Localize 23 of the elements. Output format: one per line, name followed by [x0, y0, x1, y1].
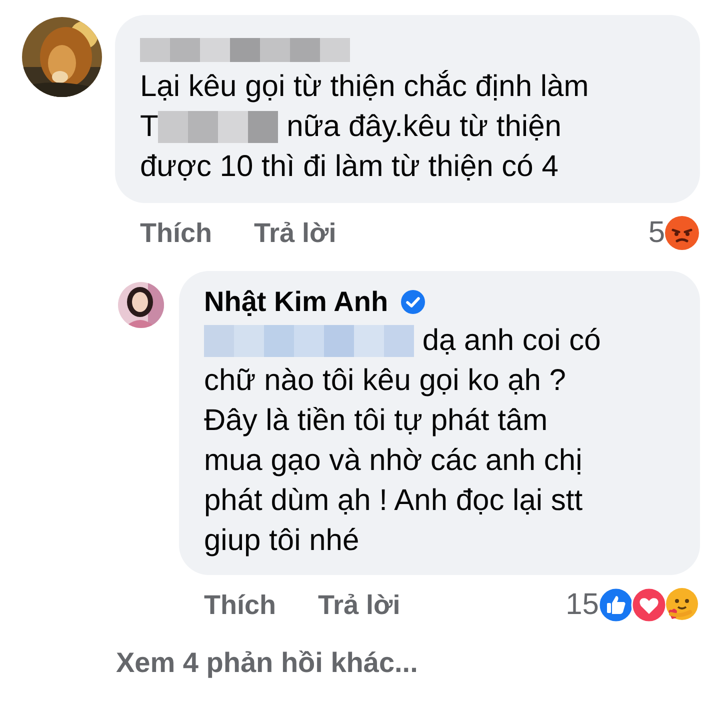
- comment-text: phát dùm ạh ! Anh đọc lại stt: [204, 483, 583, 519]
- comment-text: nữa đây.kêu từ thiện: [286, 109, 562, 145]
- like-link[interactable]: Thích: [140, 218, 212, 248]
- verified-badge-icon: [400, 289, 426, 315]
- comment-text: Lại kêu gọi từ thiện chắc định làm: [140, 69, 589, 105]
- view-more-replies-link[interactable]: Xem 4 phản hồi khác...: [0, 635, 418, 679]
- like-link[interactable]: Thích: [204, 590, 276, 620]
- comment-text: T: [140, 109, 158, 145]
- reaction-count: 15: [566, 588, 599, 622]
- comment-text: Đây là tiền tôi tự phát tâm: [204, 403, 548, 439]
- reaction-count: 5: [648, 216, 665, 250]
- angry-reaction-icon: [664, 215, 700, 251]
- comment-text: được 10 thì đi làm từ thiện có 4: [140, 149, 558, 185]
- comment-text: dạ anh coi có: [421, 323, 601, 359]
- heart-reaction-icon: [631, 587, 667, 623]
- hug-reaction-icon: [664, 587, 700, 623]
- comment-text: giup tôi nhé: [204, 523, 360, 559]
- like-reaction-icon: [598, 587, 634, 623]
- reply-link[interactable]: Trả lời: [318, 590, 400, 620]
- commenter-name[interactable]: Nhật Kim Anh: [204, 286, 388, 318]
- comment-text: mua gạo và nhờ các anh chị: [204, 443, 582, 479]
- comment-text: chữ nào tôi kêu gọi ko ạh ?: [204, 363, 566, 399]
- reply-link[interactable]: Trả lời: [254, 218, 336, 248]
